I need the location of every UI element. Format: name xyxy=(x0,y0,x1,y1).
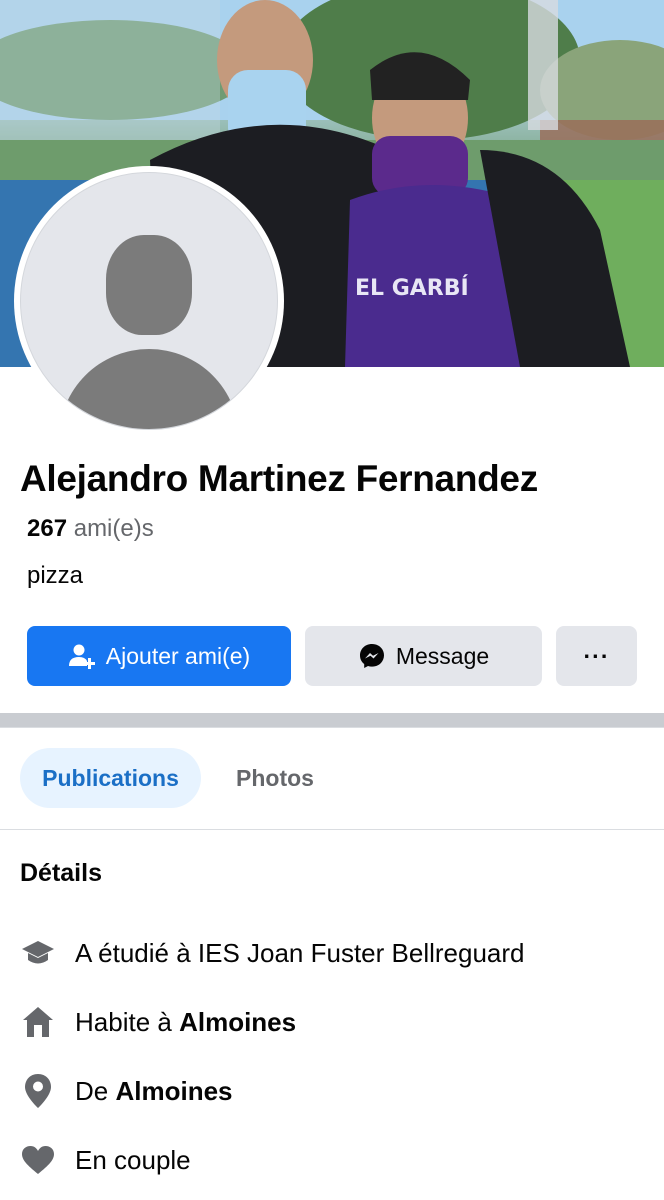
add-friend-label: Ajouter ami(e) xyxy=(105,642,251,669)
avatar-body-shape xyxy=(59,349,239,429)
detail-from-prefix: De xyxy=(75,1075,116,1106)
profile-avatar[interactable] xyxy=(14,166,284,436)
detail-from-place[interactable]: Almoines xyxy=(115,1076,232,1106)
detail-lives-in-place[interactable]: Almoines xyxy=(179,1007,296,1037)
detail-lives-in-text: Habite à Almoines xyxy=(75,1007,296,1038)
friends-count-number: 267 xyxy=(27,515,68,542)
friends-count-label: ami(e)s xyxy=(73,515,154,542)
avatar-head-shape xyxy=(106,235,192,335)
tab-publications[interactable]: Publications xyxy=(20,748,201,808)
section-divider xyxy=(0,713,664,728)
details-heading: Détails xyxy=(20,859,102,887)
detail-education-text: A étudié à IES Joan Fuster Bellreguard xyxy=(75,937,525,968)
detail-relationship-text: En couple xyxy=(75,1144,191,1175)
more-icon: ··· xyxy=(583,642,610,669)
add-friend-button[interactable]: Ajouter ami(e) xyxy=(27,626,291,686)
heart-icon xyxy=(20,1142,56,1178)
detail-row-from: De Almoines xyxy=(0,1071,664,1111)
message-label: Message xyxy=(395,642,490,669)
location-pin-icon xyxy=(20,1073,56,1109)
profile-tabs: Publications Photos xyxy=(0,728,664,830)
default-avatar-silhouette xyxy=(20,172,278,430)
detail-row-relationship: En couple xyxy=(0,1140,664,1180)
detail-row-lives-in: Habite à Almoines xyxy=(0,1002,664,1042)
friends-count[interactable]: 267 ami(e)s xyxy=(27,515,154,543)
tab-photos[interactable]: Photos xyxy=(218,748,332,808)
message-button[interactable]: Message xyxy=(305,626,542,686)
svg-text:EL GARBÍ: EL GARBÍ xyxy=(355,275,469,301)
messenger-icon xyxy=(358,642,386,670)
detail-lives-in-prefix: Habite à xyxy=(75,1006,180,1037)
detail-row-education: A étudié à IES Joan Fuster Bellreguard xyxy=(0,933,664,973)
profile-bio: pizza xyxy=(27,562,84,589)
graduation-cap-icon xyxy=(20,935,56,971)
detail-from-text: De Almoines xyxy=(75,1076,233,1107)
more-options-button[interactable]: ··· xyxy=(556,626,637,686)
home-icon xyxy=(20,1004,56,1040)
add-friend-icon xyxy=(68,642,96,670)
profile-name: Alejandro Martinez Fernandez xyxy=(20,458,538,499)
